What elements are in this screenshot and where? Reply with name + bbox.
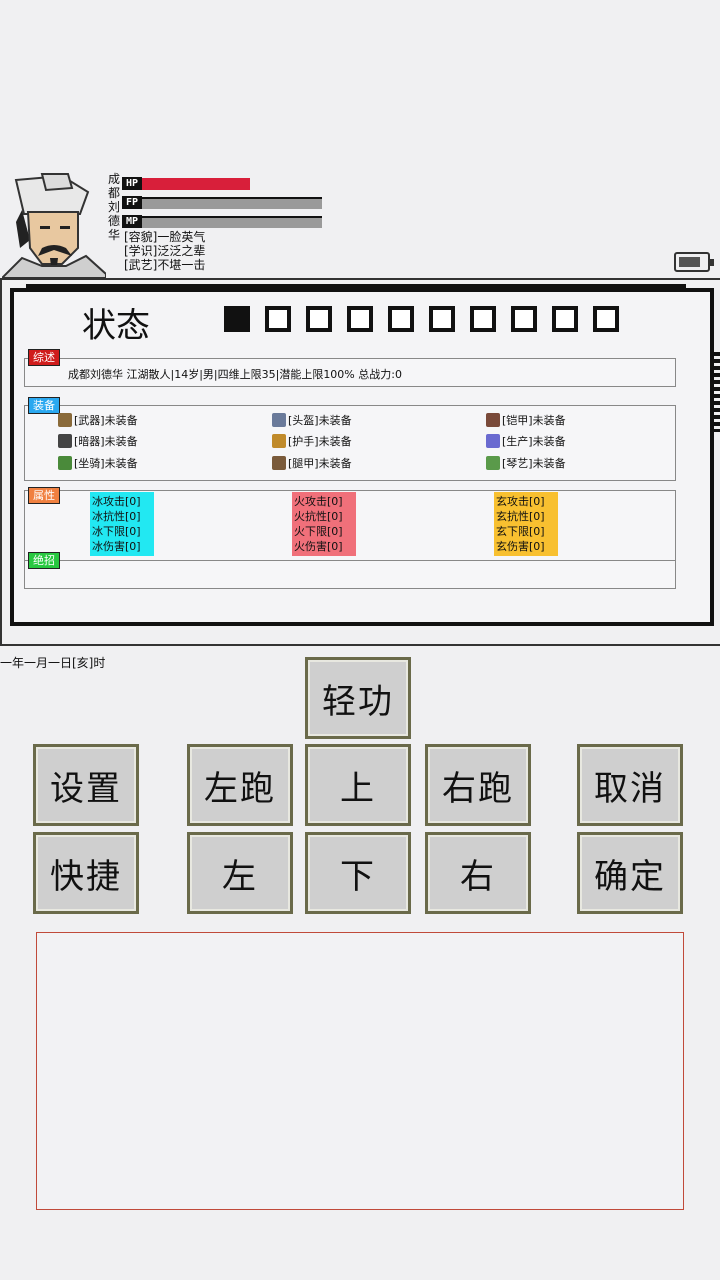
- attribute-line: 火抗性[0]: [294, 510, 343, 523]
- name-char: 都: [107, 186, 120, 200]
- attribute-line: 玄抗性[0]: [496, 510, 545, 523]
- attribute-group: 玄攻击[0] 玄抗性[0] 玄下限[0] 玄伤害[0]: [494, 492, 558, 556]
- equipment-slot[interactable]: [铠甲]未装备: [486, 412, 566, 428]
- equipment-label: [头盔]未装备: [288, 414, 352, 427]
- character-traits: [容貌]一脸英气 [学识]泛泛之辈 [武艺]不堪一击: [124, 230, 205, 272]
- attribute-line: 火下限[0]: [294, 525, 343, 538]
- equipment-slot[interactable]: [暗器]未装备: [58, 433, 138, 449]
- run-left-button[interactable]: 左跑: [187, 744, 293, 826]
- page-square[interactable]: [552, 306, 578, 332]
- attribute-line: 火伤害[0]: [294, 540, 343, 553]
- equipment-tag[interactable]: 装备: [28, 397, 60, 414]
- tool-icon: [486, 434, 500, 448]
- settings-button[interactable]: 设置: [33, 744, 139, 826]
- run-right-button[interactable]: 右跑: [425, 744, 531, 826]
- hp-bar: HP: [122, 176, 322, 191]
- qinggong-button[interactable]: 轻功: [305, 657, 411, 739]
- sword-icon: [58, 413, 72, 427]
- equipment-slot[interactable]: [坐骑]未装备: [58, 455, 138, 471]
- glove-icon: [272, 434, 286, 448]
- equipment-label: [护手]未装备: [288, 435, 352, 448]
- attribute-line: 玄伤害[0]: [496, 540, 545, 553]
- mount-icon: [58, 456, 72, 470]
- attribute-group: 冰攻击[0] 冰抗性[0] 冰下限[0] 冰伤害[0]: [90, 492, 154, 556]
- equipment-slot[interactable]: [生产]未装备: [486, 433, 566, 449]
- skills-tag[interactable]: 绝招: [28, 552, 60, 569]
- up-button[interactable]: 上: [305, 744, 411, 826]
- hp-fill: [142, 177, 250, 190]
- boots-icon: [272, 456, 286, 470]
- equipment-label: [生产]未装备: [502, 435, 566, 448]
- cancel-button[interactable]: 取消: [577, 744, 683, 826]
- instrument-icon: [486, 456, 500, 470]
- attributes-tag[interactable]: 属性: [28, 487, 60, 504]
- equipment-label: [腿甲]未装备: [288, 457, 352, 470]
- character-portrait: [2, 173, 106, 278]
- page-square[interactable]: [224, 306, 250, 332]
- equipment-label: [坐骑]未装备: [74, 457, 138, 470]
- attribute-group: 火攻击[0] 火抗性[0] 火下限[0] 火伤害[0]: [292, 492, 356, 556]
- helmet-icon: [272, 413, 286, 427]
- equipment-label: [铠甲]未装备: [502, 414, 566, 427]
- summary-text: 成都刘德华 江湖散人|14岁|男|四维上限35|潜能上限100% 总战力:0: [68, 368, 402, 381]
- fp-label: FP: [122, 196, 142, 209]
- page-square[interactable]: [265, 306, 291, 332]
- panel-title: 状态: [82, 306, 150, 346]
- attribute-line: 冰下限[0]: [92, 525, 141, 538]
- attribute-line: 冰抗性[0]: [92, 510, 141, 523]
- shortcut-button[interactable]: 快捷: [33, 832, 139, 914]
- trait-appearance: [容貌]一脸英气: [124, 230, 206, 244]
- attribute-line: 冰伤害[0]: [92, 540, 141, 553]
- trait-knowledge: [学识]泛泛之辈: [124, 244, 206, 258]
- page-square[interactable]: [388, 306, 414, 332]
- armor-icon: [486, 413, 500, 427]
- skills-section: [24, 560, 676, 589]
- right-button[interactable]: 右: [425, 832, 531, 914]
- name-char: 刘: [107, 200, 120, 214]
- equipment-label: [暗器]未装备: [74, 435, 138, 448]
- name-char: 华: [107, 228, 120, 242]
- summary-tag[interactable]: 综述: [28, 349, 60, 366]
- dart-icon: [58, 434, 72, 448]
- down-button[interactable]: 下: [305, 832, 411, 914]
- battery-level: [679, 257, 700, 267]
- page-square[interactable]: [347, 306, 373, 332]
- attribute-line: 玄攻击[0]: [496, 495, 545, 508]
- scroll-ticks[interactable]: [714, 352, 720, 432]
- mp-bar: MP: [122, 214, 322, 229]
- attribute-line: 玄下限[0]: [496, 525, 545, 538]
- name-char: 成: [107, 172, 120, 186]
- name-char: 德: [107, 214, 120, 228]
- battery-icon: [674, 252, 714, 272]
- equipment-label: [武器]未装备: [74, 414, 138, 427]
- left-button[interactable]: 左: [187, 832, 293, 914]
- page-square[interactable]: [429, 306, 455, 332]
- character-name: 成 都 刘 德 华: [106, 172, 122, 242]
- fp-bar: FP: [122, 195, 322, 210]
- page-square[interactable]: [593, 306, 619, 332]
- panel-top-border: [26, 284, 686, 290]
- equipment-slot[interactable]: [琴艺]未装备: [486, 455, 566, 471]
- page-square[interactable]: [306, 306, 332, 332]
- page-square[interactable]: [511, 306, 537, 332]
- trait-martial: [武艺]不堪一击: [124, 258, 206, 272]
- fp-fill: [142, 198, 322, 209]
- attribute-line: 冰攻击[0]: [92, 495, 141, 508]
- stat-bars: HP FP MP: [122, 176, 322, 233]
- equipment-slot[interactable]: [头盔]未装备: [272, 412, 352, 428]
- equipment-slot[interactable]: [腿甲]未装备: [272, 455, 352, 471]
- game-date: 一年一月一日[亥]时: [0, 656, 106, 670]
- mp-fill: [142, 217, 322, 228]
- attribute-line: 火攻击[0]: [294, 495, 343, 508]
- hp-label: HP: [122, 177, 142, 190]
- message-log[interactable]: [36, 932, 684, 1210]
- equipment-label: [琴艺]未装备: [502, 457, 566, 470]
- mp-label: MP: [122, 215, 142, 228]
- page-square[interactable]: [470, 306, 496, 332]
- equipment-slot[interactable]: [护手]未装备: [272, 433, 352, 449]
- equipment-slot[interactable]: [武器]未装备: [58, 412, 138, 428]
- confirm-button[interactable]: 确定: [577, 832, 683, 914]
- page-indicator[interactable]: [224, 306, 619, 332]
